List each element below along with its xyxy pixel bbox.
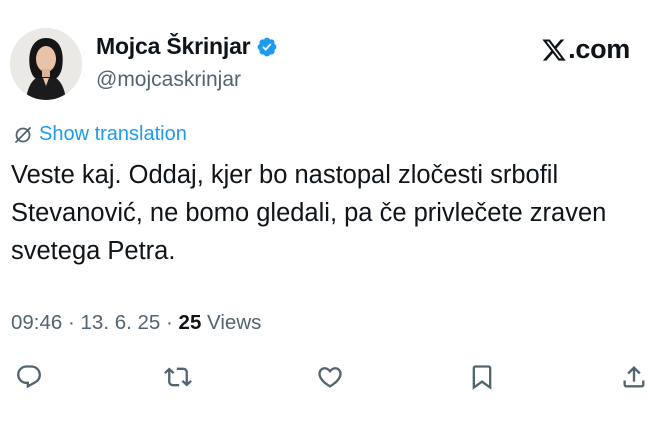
views-count: 25: [178, 311, 202, 334]
x-logo-icon: [541, 37, 567, 63]
tweet-date[interactable]: 13. 6. 25: [81, 311, 161, 335]
author-name-row[interactable]: Mojca Škrinjar: [96, 33, 278, 60]
meta-separator: ·: [160, 311, 179, 334]
meta-separator: ·: [62, 311, 81, 334]
retweet-button[interactable]: [163, 362, 193, 392]
avatar-image: [10, 28, 82, 100]
translate-icon: [13, 125, 33, 145]
author-handle[interactable]: @mojcaskrinjar: [96, 68, 241, 92]
bookmark-icon: [472, 365, 492, 390]
bookmark-button[interactable]: [467, 362, 497, 392]
reply-button[interactable]: [14, 362, 44, 392]
like-button[interactable]: [315, 362, 345, 392]
share-button[interactable]: [619, 362, 649, 392]
tweet-text: Veste kaj. Oddaj, kjer bo nastopal zloče…: [11, 161, 607, 265]
x-com-logo: .com: [541, 34, 630, 65]
verified-badge-icon: [256, 36, 278, 58]
show-translation-link[interactable]: Show translation: [13, 123, 187, 146]
avatar[interactable]: [10, 28, 82, 100]
tweet-time[interactable]: 09:46: [11, 311, 62, 335]
views-label: Views: [201, 311, 262, 334]
heart-icon: [318, 367, 342, 388]
logo-text: .com: [568, 34, 630, 64]
show-translation-label[interactable]: Show translation: [39, 123, 187, 146]
retweet-icon: [164, 367, 192, 387]
share-icon: [623, 366, 645, 388]
reply-icon: [17, 365, 41, 389]
tweet-meta: 09:46 · 13. 6. 25 · 25 Views: [11, 311, 261, 335]
author-display-name[interactable]: Mojca Škrinjar: [96, 33, 251, 60]
